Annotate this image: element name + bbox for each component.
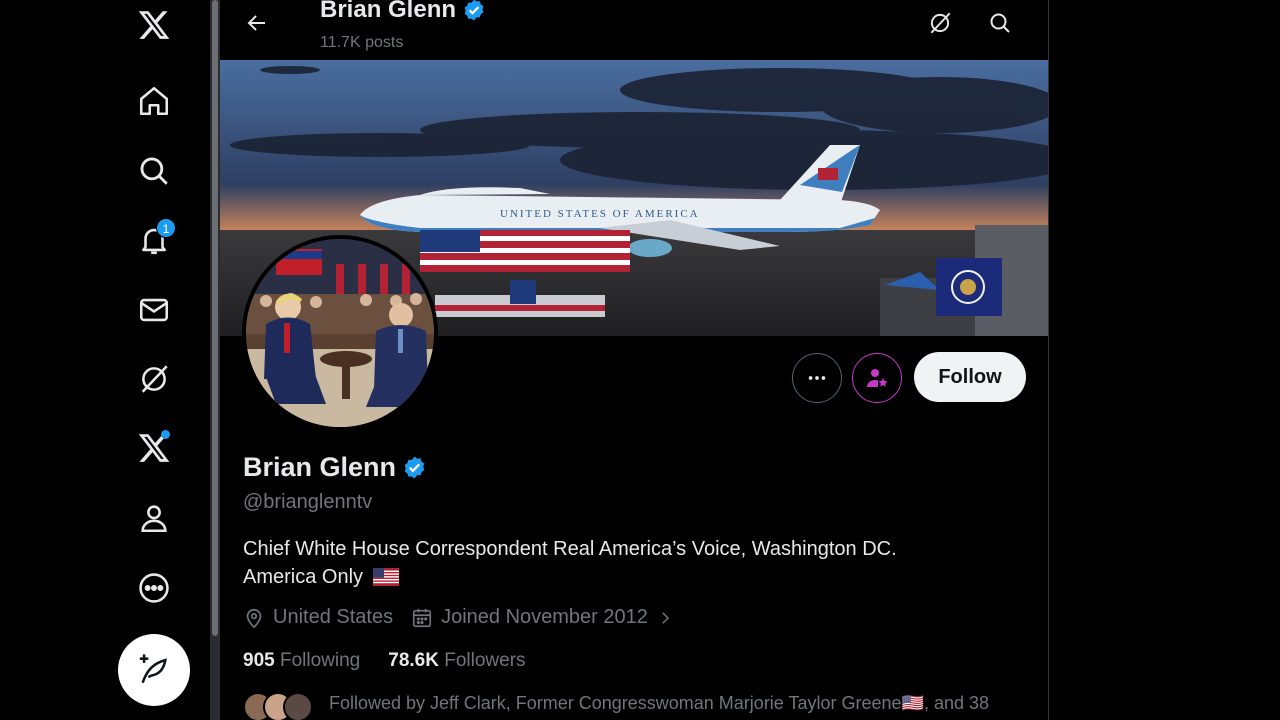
- us-flag-icon: [372, 568, 399, 586]
- profile-header-bar: Brian Glenn 11.7K posts: [220, 0, 1048, 60]
- avatar: [283, 692, 313, 720]
- following-label: Following: [279, 650, 361, 671]
- bio-line-2: America Only: [243, 566, 364, 588]
- more-actions-button[interactable]: [792, 353, 842, 403]
- grok-header-button[interactable]: [920, 3, 960, 43]
- header-post-count: 11.7K posts: [320, 34, 404, 51]
- compose-button[interactable]: [118, 634, 190, 706]
- subscribe-star-icon: [867, 369, 888, 387]
- grok-icon[interactable]: [126, 351, 182, 407]
- location: United States: [243, 606, 393, 629]
- flag-row: [420, 230, 630, 272]
- profile-bio: Chief White House Correspondent Real Ame…: [243, 535, 1003, 591]
- bio-line-1: Chief White House Correspondent Real Ame…: [243, 538, 897, 560]
- follow-button[interactable]: Follow: [914, 352, 1026, 402]
- chevron-right-icon: [662, 611, 669, 624]
- location-text: United States: [273, 606, 394, 628]
- followed-by-text: Followed by Jeff Clark, Former Congressw…: [329, 693, 990, 720]
- calendar-icon: [413, 608, 432, 627]
- following-count: 905: [243, 650, 275, 671]
- back-arrow-icon: [247, 15, 265, 31]
- person-icon[interactable]: [126, 490, 182, 546]
- verified-badge-icon[interactable]: [402, 455, 427, 480]
- search-header-button[interactable]: [980, 3, 1020, 43]
- x-logo-icon[interactable]: [126, 0, 182, 53]
- compose-icon: [139, 654, 167, 684]
- search-icon: [990, 13, 1010, 33]
- search-icon[interactable]: [126, 143, 182, 199]
- premium-dot: [161, 430, 170, 439]
- profile-column: Brian Glenn 11.7K posts UNITED STATES OF…: [220, 0, 1049, 720]
- location-icon: [246, 608, 262, 628]
- header-name-text: Brian Glenn: [320, 0, 457, 23]
- followed-by[interactable]: Followed by Jeff Clark, Former Congressw…: [243, 690, 1019, 720]
- aircraft-lettering: UNITED STATES OF AMERICA: [500, 208, 700, 220]
- join-date-text: Joined November 2012: [441, 606, 648, 628]
- x-premium-icon[interactable]: [126, 420, 182, 476]
- home-icon[interactable]: [126, 73, 182, 129]
- header-title: Brian Glenn: [320, 0, 486, 24]
- followers-label: Followers: [444, 650, 526, 671]
- join-date[interactable]: Joined November 2012: [411, 606, 674, 629]
- more-circle-icon[interactable]: [126, 560, 182, 616]
- profile-avatar[interactable]: [242, 235, 438, 431]
- left-navigation: 1: [0, 0, 210, 720]
- following-link[interactable]: 905 Following: [243, 650, 360, 672]
- profile-name: Brian Glenn: [243, 452, 427, 483]
- bio-line-2-wrap: America Only: [243, 563, 1003, 591]
- follow-stats: 905 Following 78.6K Followers: [243, 650, 526, 672]
- mail-icon[interactable]: [126, 282, 182, 338]
- profile-handle: @brianglenntv: [243, 491, 373, 513]
- verified-badge-icon: [464, 0, 484, 21]
- profile-meta: United States Joined November 2012: [243, 606, 692, 629]
- subscribe-button[interactable]: [852, 353, 902, 403]
- grok-icon: [930, 12, 951, 34]
- followed-by-avatars: [243, 692, 313, 720]
- ellipsis-icon: [808, 376, 826, 380]
- profile-name-text: Brian Glenn: [243, 452, 397, 482]
- followers-link[interactable]: 78.6K Followers: [388, 650, 525, 672]
- notification-count-badge: 1: [156, 218, 176, 238]
- bell-icon[interactable]: 1: [126, 212, 182, 268]
- followers-count: 78.6K: [388, 650, 439, 671]
- back-button[interactable]: [237, 3, 277, 43]
- scrollbar-thumb[interactable]: [212, 0, 218, 636]
